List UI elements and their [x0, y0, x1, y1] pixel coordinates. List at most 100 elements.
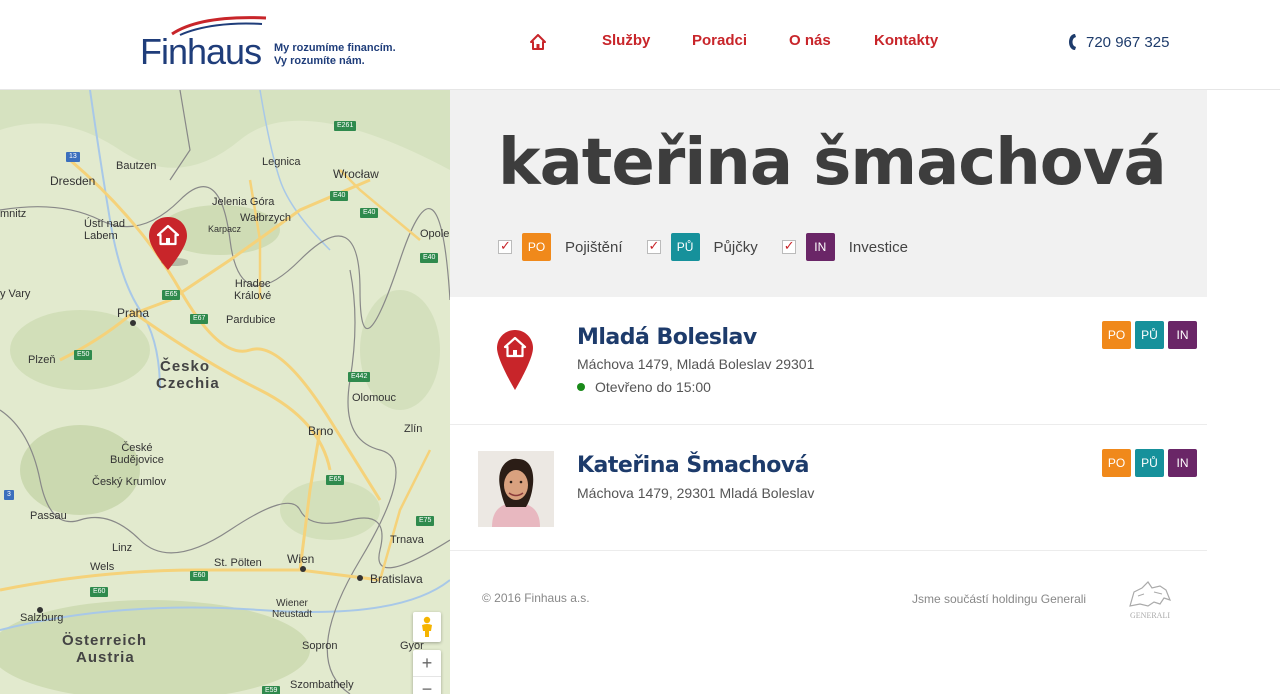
map-label-czechia: Czechia: [156, 375, 220, 392]
map-panel[interactable]: Dresden Bautzen Legnica Wrocław mnitz Je…: [0, 90, 450, 694]
road-badge-e65-b: E65: [326, 475, 345, 485]
map-zoom-control: + −: [413, 650, 441, 694]
road-badge-e261: E261: [334, 121, 357, 131]
list-item-branch[interactable]: Mladá Boleslav Máchova 1479, Mladá Boles…: [450, 297, 1207, 425]
filter-pojisteni[interactable]: PO Pojištění: [498, 233, 623, 261]
map-label-mnitz: mnitz: [0, 208, 27, 220]
branch-opening: Otevřeno do 15:00: [577, 379, 711, 395]
road-badge-e60-b: E60: [90, 587, 109, 597]
map-label-hradec: Hradec Králové: [234, 278, 272, 302]
map-label-wiener-neustadt: Wiener Neustadt: [272, 598, 313, 620]
map-label-walbrzych: Wałbrzych: [240, 212, 291, 224]
map-label-st-polten: St. Pölten: [214, 557, 262, 569]
road-badge-13: 13: [66, 152, 80, 162]
site-header: Finhaus My rozumíme financím. Vy rozumít…: [0, 0, 1280, 90]
filter-checkbox-investice[interactable]: [781, 238, 796, 254]
advisor-title[interactable]: Kateřina Šmachová: [577, 453, 810, 478]
generali-logo[interactable]: GENERALI: [1124, 578, 1176, 620]
map-label-linz: Linz: [112, 542, 133, 554]
phone-number[interactable]: 720 967 325: [1086, 34, 1169, 51]
road-badge-e59: E59: [262, 686, 281, 694]
map-label-olomouc: Olomouc: [352, 392, 397, 404]
page-title: kateřina šmachová: [498, 126, 1167, 200]
advisor-address: Máchova 1479, 29301 Mladá Boleslav: [577, 485, 815, 501]
filter-checkbox-pojisteni[interactable]: [498, 238, 512, 254]
map-marker-icon[interactable]: [148, 216, 188, 272]
road-badge-e60-a: E60: [190, 571, 209, 581]
road-badge-e50: E50: [74, 350, 93, 360]
open-status-dot: [577, 383, 585, 391]
road-badge-e75: E75: [416, 516, 435, 526]
avatar[interactable]: [478, 451, 554, 527]
map-label-szombathely: Szombathely: [290, 679, 354, 691]
filter-label-investice: Investice: [848, 238, 908, 256]
tag-in: IN: [1168, 449, 1197, 477]
map-label-trnava: Trnava: [390, 534, 424, 546]
phone-contact[interactable]: 720 967 325: [1068, 33, 1169, 51]
map-label-wroclaw: Wrocław: [333, 167, 379, 181]
zoom-out-button[interactable]: −: [413, 676, 441, 694]
road-badge-e40-a: E40: [330, 191, 349, 201]
nav-home[interactable]: [530, 34, 546, 50]
map-label-passau: Passau: [30, 510, 67, 522]
nav-item-kontakty[interactable]: Kontakty: [874, 32, 938, 49]
zoom-in-button[interactable]: +: [413, 650, 441, 676]
map-label-salzburg: Salzburg: [20, 612, 64, 624]
footer-generali-text: Jsme součástí holdingu Generali: [912, 592, 1087, 606]
map-label-zlin: Zlín: [404, 423, 423, 435]
map-label-wien: Wien: [287, 552, 315, 566]
map-label-osterreich: Österreich: [62, 632, 148, 649]
filter-investice[interactable]: IN Investice: [781, 233, 908, 261]
map-label-bautzen: Bautzen: [116, 160, 157, 172]
phone-icon: [1069, 34, 1076, 50]
advisor-hero: kateřina šmachová PO Pojištění PŮ Půjčky…: [450, 90, 1207, 297]
map-label-cesky-krumlov: Český Krumlov: [92, 476, 166, 488]
road-badge-e40-c: E40: [420, 253, 439, 263]
footer-copyright: © 2016 Finhaus a.s.: [482, 591, 590, 605]
road-badge-e67: E67: [190, 314, 209, 324]
tag-in: IN: [1168, 321, 1197, 349]
home-icon: [530, 34, 546, 50]
list-item-advisor[interactable]: Kateřina Šmachová Máchova 1479, 29301 Ml…: [450, 425, 1207, 551]
location-pin-icon: [497, 330, 533, 390]
branch-title[interactable]: Mladá Boleslav: [577, 325, 757, 350]
tag-pu: PŮ: [1135, 321, 1164, 349]
map-label-praha: Praha: [117, 306, 150, 320]
map-label-austria: Austria: [76, 649, 135, 666]
tagline-line-1: My rozumíme financím.: [274, 42, 396, 54]
tag-po: PO: [1102, 449, 1131, 477]
map-label-opole: Opole: [420, 228, 450, 240]
map-label-legnica: Legnica: [262, 156, 301, 168]
finhaus-logo[interactable]: Finhaus My rozumíme financím. Vy rozumít…: [140, 14, 400, 74]
nav-item-sluzby[interactable]: Služby: [602, 32, 650, 49]
map-label-plzen: Plzeň: [28, 354, 56, 366]
map-label-bratislava: Bratislava: [370, 572, 423, 586]
road-badge-e40-b: E40: [360, 208, 379, 218]
map-label-karpacz: Karpacz: [208, 224, 242, 234]
branch-address: Máchova 1479, Mladá Boleslav 29301: [577, 356, 815, 372]
filter-label-pujcky: Půjčky: [713, 238, 758, 256]
tag-pu: PŮ: [670, 233, 700, 261]
street-view-pegman[interactable]: [413, 612, 441, 642]
tag-in: IN: [805, 233, 835, 261]
generali-logo-text: GENERALI: [1130, 611, 1170, 620]
advisor-tags: PO PŮ IN: [1102, 449, 1197, 477]
map-label-brno: Brno: [308, 424, 334, 438]
road-badge-3: 3: [4, 490, 14, 500]
advisor-photo: [478, 451, 554, 527]
service-filters: PO Pojištění PŮ Půjčky IN Investice: [498, 233, 932, 261]
nav-item-poradci[interactable]: Poradci: [692, 32, 747, 49]
road-badge-e65-a: E65: [162, 290, 181, 300]
opening-hours-text: Otevřeno do 15:00: [595, 379, 711, 395]
map-label-vary: y Vary: [0, 288, 31, 300]
filter-checkbox-pujcky[interactable]: [646, 238, 661, 254]
tag-po: PO: [1102, 321, 1131, 349]
map-label-pardubice: Pardubice: [226, 314, 276, 326]
logo-tagline: My rozumíme financím. Vy rozumíte nám.: [274, 42, 396, 68]
nav-item-o-nas[interactable]: O nás: [789, 32, 831, 49]
logo-text: Finhaus: [140, 31, 262, 72]
filter-pujcky[interactable]: PŮ Půjčky: [646, 233, 758, 261]
map-label-dresden: Dresden: [50, 174, 96, 188]
tagline-line-2: Vy rozumíte nám.: [274, 55, 365, 67]
map-label-sopron: Sopron: [302, 640, 338, 652]
